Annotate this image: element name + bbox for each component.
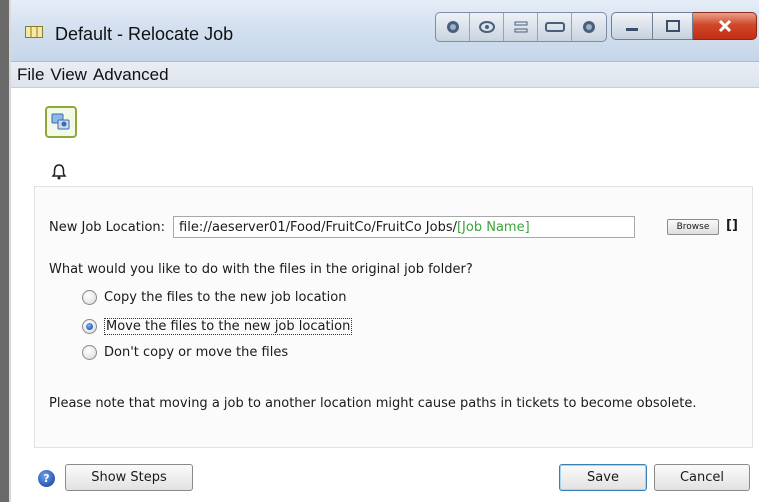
relocate-job-window: Default - Relocate Job File View Advance…	[11, 0, 759, 502]
job-location-path: file://aeserver01/Food/FruitCo/FruitCo J…	[179, 219, 457, 235]
warning-note: Please note that moving a job to another…	[49, 396, 697, 411]
option-copy-files[interactable]: Copy the files to the new job location	[82, 290, 346, 305]
maximize-icon	[665, 20, 680, 32]
option-no-copy-label[interactable]: Don't copy or move the files	[104, 345, 288, 360]
list-icon[interactable]	[504, 13, 538, 41]
option-move-label[interactable]: Move the files to the new job location	[104, 318, 353, 335]
help-icon[interactable]: ?	[38, 470, 55, 487]
minimize-button[interactable]	[611, 12, 653, 40]
close-icon	[718, 19, 731, 33]
location-row: New Job Location: file://aeserver01/Food…	[49, 216, 636, 238]
maximize-button[interactable]	[653, 12, 693, 40]
save-button[interactable]: Save	[559, 464, 647, 491]
radio-no-copy[interactable]	[82, 345, 97, 360]
title-bar[interactable]: Default - Relocate Job	[11, 0, 759, 62]
minimize-icon	[626, 28, 638, 31]
menu-bar: File View Advanced	[11, 62, 759, 88]
browse-button[interactable]: Browse	[667, 219, 719, 235]
show-steps-button[interactable]: Show Steps	[65, 464, 193, 491]
job-location-field[interactable]: file://aeserver01/Food/FruitCo/FruitCo J…	[173, 216, 636, 238]
new-job-location-label: New Job Location:	[49, 219, 166, 235]
bell-icon[interactable]	[51, 163, 67, 181]
question-text: What would you like to do with the files…	[49, 262, 473, 277]
record-icon[interactable]	[436, 13, 470, 41]
radio-copy[interactable]	[82, 290, 97, 305]
close-button[interactable]	[693, 12, 757, 40]
cancel-button[interactable]: Cancel	[654, 464, 750, 491]
job-name-variable: [Job Name]	[456, 219, 530, 235]
desktop-edge	[0, 0, 9, 502]
option-copy-label[interactable]: Copy the files to the new job location	[104, 290, 346, 305]
link-icon[interactable]	[470, 13, 504, 41]
panel-icon[interactable]	[538, 13, 572, 41]
radio-move[interactable]	[82, 319, 97, 334]
app-icon	[25, 26, 43, 38]
menu-view[interactable]: View	[50, 65, 87, 85]
menu-advanced[interactable]: Advanced	[93, 65, 169, 85]
window-controls	[611, 12, 759, 42]
option-move-files[interactable]: Move the files to the new job location	[82, 318, 353, 335]
title-tool-buttons	[435, 12, 607, 42]
window-title: Default - Relocate Job	[55, 24, 234, 44]
menu-file[interactable]: File	[17, 65, 44, 85]
variables-button[interactable]: []	[726, 218, 738, 233]
option-no-copy[interactable]: Don't copy or move the files	[82, 345, 288, 360]
workflow-icon[interactable]	[45, 106, 77, 138]
relocate-options-panel: New Job Location: file://aeserver01/Food…	[34, 186, 753, 448]
dot-icon[interactable]	[572, 13, 606, 41]
